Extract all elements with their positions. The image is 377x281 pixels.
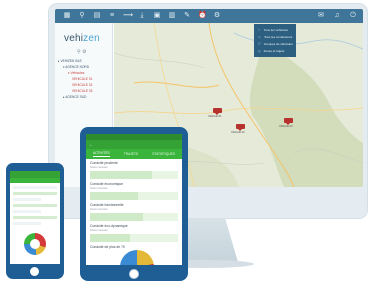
- dropdown-item[interactable]: ☷ Groupes de véhicules: [258, 41, 293, 48]
- phone-app-bar: [10, 171, 60, 178]
- tree-item[interactable]: ▸ AGENCE SUD: [58, 94, 112, 100]
- home-button[interactable]: [30, 267, 39, 276]
- list-item[interactable]: [13, 204, 57, 207]
- score-bar-fill: [90, 171, 152, 179]
- zone-icon: ◎: [258, 49, 261, 53]
- tab-statistiques[interactable]: STATISTIQUES: [152, 152, 175, 156]
- score-bar-fill: [90, 192, 139, 200]
- score-bar: [90, 171, 178, 179]
- score-bar-fill: [90, 213, 143, 221]
- download-icon[interactable]: ⤓: [138, 12, 146, 20]
- route-icon[interactable]: ⟿: [123, 12, 133, 20]
- score-subtitle: Score mensuel: [90, 187, 108, 190]
- score-subtitle: Score mensuel: [90, 208, 108, 211]
- score-card[interactable]: Conduite prudente Score mensuel: [90, 161, 178, 179]
- calendar-icon[interactable]: ▣: [153, 12, 161, 20]
- dropdown-item[interactable]: ⚐ Tous les véhicules: [258, 27, 292, 34]
- dropdown-item[interactable]: ◎ Zones et trajets: [258, 48, 292, 55]
- back-icon[interactable]: ←: [89, 142, 93, 147]
- devices-illustration: ▦ ⚲ ▤ ≡ ⟿ ⤓ ▣ ▥ ✎ ⏰ ⚙ ✉ ♫ ⏻ vehizen ⚲ ⚙: [0, 0, 377, 281]
- home-button[interactable]: [129, 269, 139, 279]
- donut-chart: [24, 233, 46, 255]
- fleet-tree: ▸ VEHIZEN SAS ▾ AGENCE NORD ▾ Véhicules …: [58, 58, 112, 100]
- list-item[interactable]: [13, 222, 41, 225]
- gear-icon[interactable]: ⚙: [213, 12, 221, 20]
- score-subtitle: Score mensuel: [90, 229, 108, 232]
- score-card[interactable]: Conduite économique Score mensuel: [90, 182, 178, 200]
- score-bar: [90, 192, 178, 200]
- tab-activites[interactable]: ACTIVITÉS: [93, 151, 110, 157]
- grid-icon[interactable]: ▦: [63, 12, 71, 20]
- phone-device: [6, 163, 64, 279]
- doc-icon[interactable]: ▤: [93, 12, 101, 20]
- score-subtitle: Score mensuel: [90, 166, 108, 169]
- alarm-icon[interactable]: ⏰: [198, 12, 207, 20]
- tab-bar: ACTIVITÉS TRAJETS STATISTIQUES: [86, 149, 182, 159]
- dropdown-item[interactable]: ☺ Tous les conducteurs: [258, 34, 292, 41]
- score-card[interactable]: Conduite fonctionnelle Score mensuel: [90, 203, 178, 221]
- score-bar: [90, 234, 178, 242]
- mail-icon[interactable]: ✉: [317, 12, 325, 20]
- list-item[interactable]: [13, 216, 57, 219]
- score-bar: [90, 213, 178, 221]
- bell-icon[interactable]: ♫: [333, 12, 341, 20]
- user-icon: ☺: [258, 35, 262, 39]
- car-icon: ⚐: [258, 28, 261, 32]
- vehicle-marker[interactable]: [213, 108, 222, 115]
- app-bar: ←: [86, 140, 182, 149]
- score-list: Conduite prudente Score mensuel Conduite…: [86, 159, 182, 250]
- sidebar-tools[interactable]: ⚲ ⚙: [77, 49, 87, 55]
- list-icon[interactable]: ≡: [108, 12, 116, 20]
- wrench-icon[interactable]: ✎: [183, 12, 191, 20]
- phone-screen: [10, 171, 60, 264]
- score-card[interactable]: Conduite éco-dynamique Score mensuel: [90, 224, 178, 242]
- vehicle-marker[interactable]: [284, 118, 293, 125]
- search-icon[interactable]: ⚲: [78, 12, 86, 20]
- tablet-device: ← ACTIVITÉS TRAJETS STATISTIQUES Conduit…: [80, 127, 188, 281]
- tab-trajets[interactable]: TRAJETS: [124, 152, 138, 156]
- view-dropdown-menu: ⚐ Tous les véhicules ☺ Tous les conducteur…: [254, 24, 296, 57]
- score-bar-fill: [90, 234, 130, 242]
- pie-chart: [120, 250, 154, 265]
- phone-tab-bar[interactable]: [10, 178, 60, 183]
- top-toolbar: ▦ ⚲ ▤ ≡ ⟿ ⤓ ▣ ▥ ✎ ⏰ ⚙ ✉ ♫ ⏻: [55, 9, 363, 23]
- group-icon: ☷: [258, 42, 261, 46]
- power-icon[interactable]: ⏻: [349, 12, 357, 20]
- list-item[interactable]: [13, 198, 41, 201]
- vehicle-marker-label: Véhicule 01: [208, 115, 222, 118]
- list-item[interactable]: [13, 186, 57, 189]
- vehicle-marker-label: Véhicule 02: [231, 131, 245, 134]
- vehicle-marker-label: Véhicule 03: [279, 125, 293, 128]
- vehizen-logo: vehizen: [64, 33, 100, 44]
- tablet-screen: ← ACTIVITÉS TRAJETS STATISTIQUES Conduit…: [86, 134, 182, 265]
- list-item[interactable]: [13, 192, 57, 195]
- report-icon[interactable]: ▥: [168, 12, 176, 20]
- list-item[interactable]: [13, 210, 41, 213]
- vehicle-marker[interactable]: [236, 124, 245, 131]
